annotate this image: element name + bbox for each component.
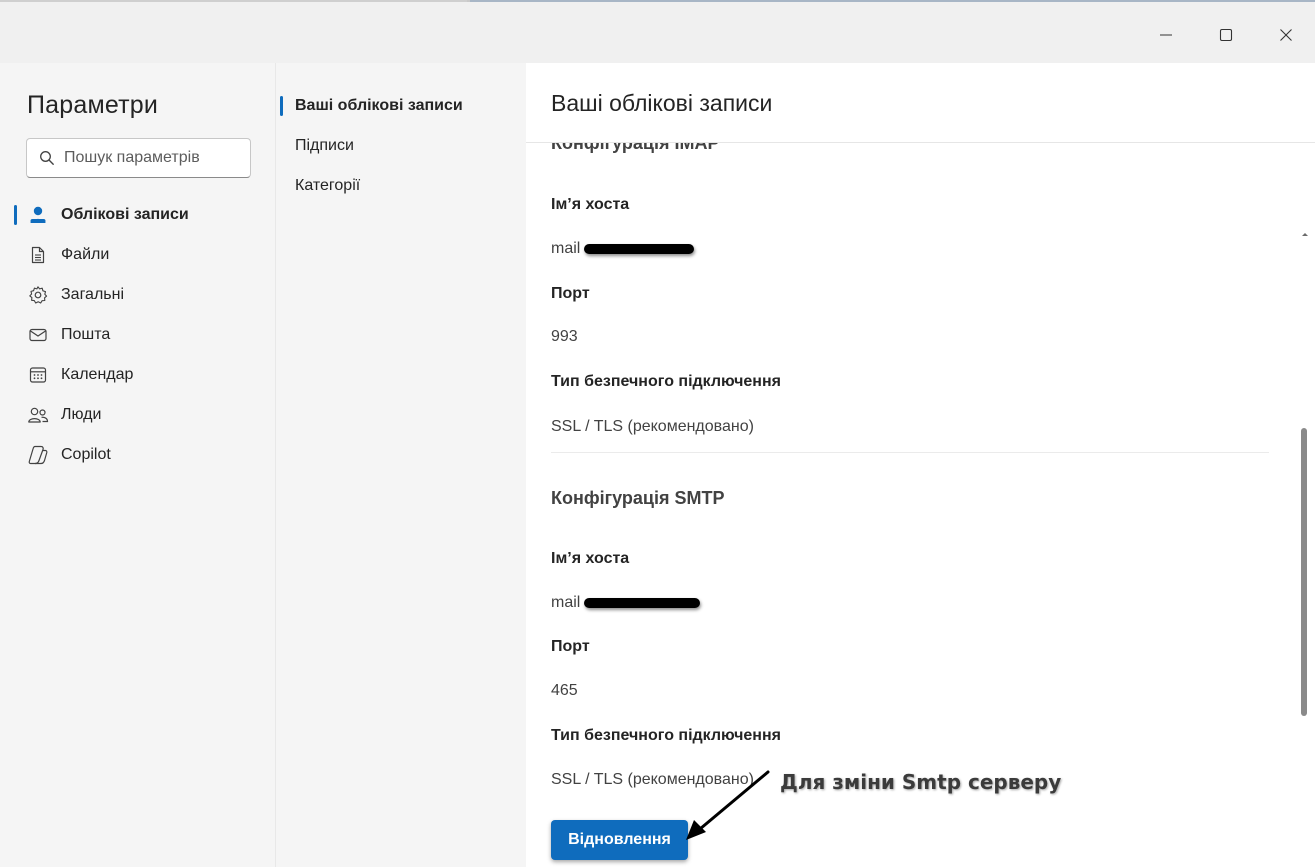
imap-security-value: SSL / TLS (рекомендовано) [551,418,754,435]
nav-item-accounts[interactable]: Облікові записи [0,195,275,235]
people-icon [27,404,49,426]
section-divider [551,452,1269,453]
copilot-icon [27,444,49,466]
redaction-mark [584,244,694,254]
subnav-item-categories[interactable]: Категорії [276,166,527,206]
nav-item-mail[interactable]: Пошта [0,315,275,355]
annotation-arrow-icon [686,770,770,840]
nav-item-label: Люди [61,406,102,423]
scrollbar-thumb[interactable] [1301,428,1307,716]
content-scroll-area[interactable]: Конфігурація IMAP Ім’я хоста mail Порт 9… [526,143,1315,867]
maximize-button[interactable] [1197,10,1255,60]
imap-host-value: mail [551,240,581,257]
imap-port-label: Порт [551,285,590,302]
mail-icon [27,324,49,346]
gear-icon [27,284,49,306]
restore-button[interactable]: Відновлення [551,820,688,860]
annotation-note: Для зміни Smtp серверу [780,770,1062,794]
nav-item-label: Календар [61,366,134,383]
smtp-security-label: Тип безпечного підключення [551,727,781,744]
smtp-section-title: Конфігурація SMTP [551,488,725,508]
imap-security-label: Тип безпечного підключення [551,373,781,390]
nav-item-label: Загальні [61,286,125,303]
nav-item-calendar[interactable]: Календар [0,355,275,395]
subnav-item-label: Категорії [295,177,361,194]
nav-item-people[interactable]: Люди [0,395,275,435]
subnav-item-label: Ваші облікові записи [295,97,463,114]
search-box[interactable] [26,138,251,178]
content-header: Ваші облікові записи [526,63,1315,143]
scroll-up-arrow-icon[interactable] [1300,230,1310,238]
nav-item-label: Файли [61,246,110,263]
content-pane: Ваші облікові записи Конфігурація IMAP І… [526,63,1315,867]
nav-item-files[interactable]: Файли [0,235,275,275]
subnav-item-your-accounts[interactable]: Ваші облікові записи [276,86,527,126]
nav-item-label: Облікові записи [61,206,189,223]
minimize-icon [1160,34,1172,36]
person-icon [27,204,49,226]
nav-item-label: Copilot [61,446,111,463]
close-icon [1280,29,1292,41]
subnav-item-label: Підписи [295,137,354,154]
minimize-button[interactable] [1137,10,1195,60]
settings-title: Параметри [27,91,159,119]
smtp-host-label: Ім’я хоста [551,550,630,567]
close-button[interactable] [1257,10,1315,60]
smtp-port-value: 465 [551,682,578,699]
nav-item-label: Пошта [61,326,111,343]
imap-section-title: Конфігурація IMAP [551,143,720,153]
search-icon [40,151,54,165]
nav-item-general[interactable]: Загальні [0,275,275,315]
file-icon [27,244,49,266]
settings-nav-pane: Параметри Облікові записи Файли Загальні [0,63,275,867]
smtp-port-label: Порт [551,638,590,655]
page-title: Ваші облікові записи [551,90,773,116]
nav-item-copilot[interactable]: Copilot [0,435,275,475]
title-bar [0,2,1315,63]
redaction-mark [584,598,700,608]
settings-nav-list: Облікові записи Файли Загальні Пошта Кал… [0,195,275,475]
imap-host-label: Ім’я хоста [551,196,630,213]
maximize-icon [1219,28,1233,42]
search-input[interactable] [64,139,244,177]
accounts-subnav-list: Ваші облікові записи Підписи Категорії [276,86,527,206]
smtp-host-value: mail [551,594,581,611]
imap-port-value: 993 [551,328,578,345]
accounts-subnav-pane: Ваші облікові записи Підписи Категорії [275,63,526,867]
subnav-item-signatures[interactable]: Підписи [276,126,527,166]
calendar-icon [27,364,49,386]
